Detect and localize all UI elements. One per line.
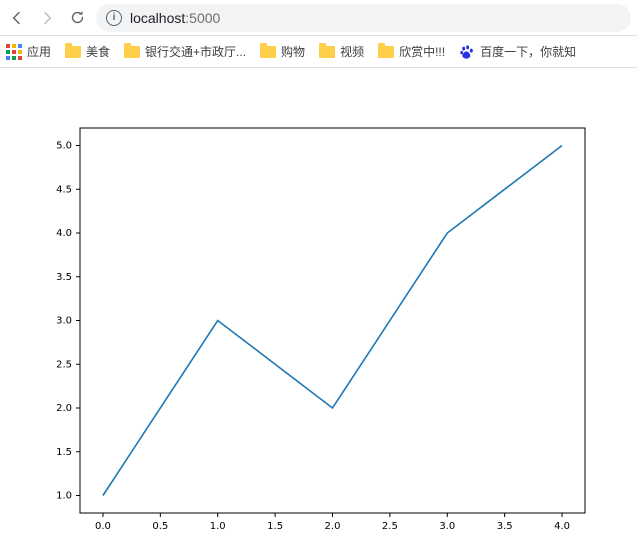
bookmark-baidu[interactable]: 百度一下，你就知 [459,43,576,60]
back-button[interactable] [6,7,28,29]
svg-text:1.0: 1.0 [210,521,226,532]
bookmark-folder[interactable]: 银行交通+市政厅... [124,43,246,60]
folder-icon [65,46,81,58]
svg-text:2.5: 2.5 [56,359,72,370]
browser-toolbar: i localhost:5000 [0,0,637,36]
bookmark-label: 欣赏中!!! [399,43,445,60]
bookmark-label: 购物 [281,43,305,60]
svg-text:3.0: 3.0 [439,521,455,532]
apps-shortcut[interactable]: 应用 [6,43,51,60]
folder-icon [378,46,394,58]
apps-icon [6,44,22,60]
apps-label: 应用 [27,43,51,60]
svg-text:4.0: 4.0 [554,521,570,532]
folder-icon [319,46,335,58]
svg-text:3.0: 3.0 [56,316,72,327]
bookmark-label: 百度一下，你就知 [480,43,576,60]
arrow-left-icon [9,10,25,26]
svg-text:2.0: 2.0 [56,403,72,414]
bookmark-folder[interactable]: 购物 [260,43,305,60]
bookmark-folder[interactable]: 视频 [319,43,364,60]
bookmark-label: 视频 [340,43,364,60]
svg-text:0.5: 0.5 [152,521,168,532]
bookmark-label: 美食 [86,43,110,60]
bookmark-label: 银行交通+市政厅... [145,43,246,60]
folder-icon [124,46,140,58]
line-chart: 0.0 0.5 1.0 1.5 2.0 2.5 3.0 3.5 4.0 1.0 1.5 2.0 2.5 3… [20,118,605,548]
address-bar[interactable]: i localhost:5000 [96,4,631,32]
svg-text:3.5: 3.5 [56,272,72,283]
reload-icon [69,9,86,26]
site-info-icon[interactable]: i [106,10,122,26]
forward-button[interactable] [36,7,58,29]
arrow-right-icon [39,10,55,26]
svg-text:4.0: 4.0 [56,228,72,239]
svg-text:5.0: 5.0 [56,141,72,152]
folder-icon [260,46,276,58]
bookmark-folder[interactable]: 欣赏中!!! [378,43,445,60]
svg-text:2.5: 2.5 [382,521,398,532]
svg-text:1.0: 1.0 [56,491,72,502]
svg-text:1.5: 1.5 [267,521,283,532]
svg-text:3.5: 3.5 [497,521,513,532]
bookmark-folder[interactable]: 美食 [65,43,110,60]
svg-text:0.0: 0.0 [95,521,111,532]
url-text: localhost:5000 [130,10,220,26]
svg-text:2.0: 2.0 [325,521,341,532]
reload-button[interactable] [66,7,88,29]
svg-text:1.5: 1.5 [56,447,72,458]
chart-container: 0.0 0.5 1.0 1.5 2.0 2.5 3.0 3.5 4.0 1.0 1.5 2.0 2.5 3… [0,68,637,558]
svg-text:4.5: 4.5 [56,184,72,195]
bookmarks-bar: 应用 美食 银行交通+市政厅... 购物 视频 欣赏中!!! 百度一下，你就知 [0,36,637,68]
paw-icon [459,44,475,60]
